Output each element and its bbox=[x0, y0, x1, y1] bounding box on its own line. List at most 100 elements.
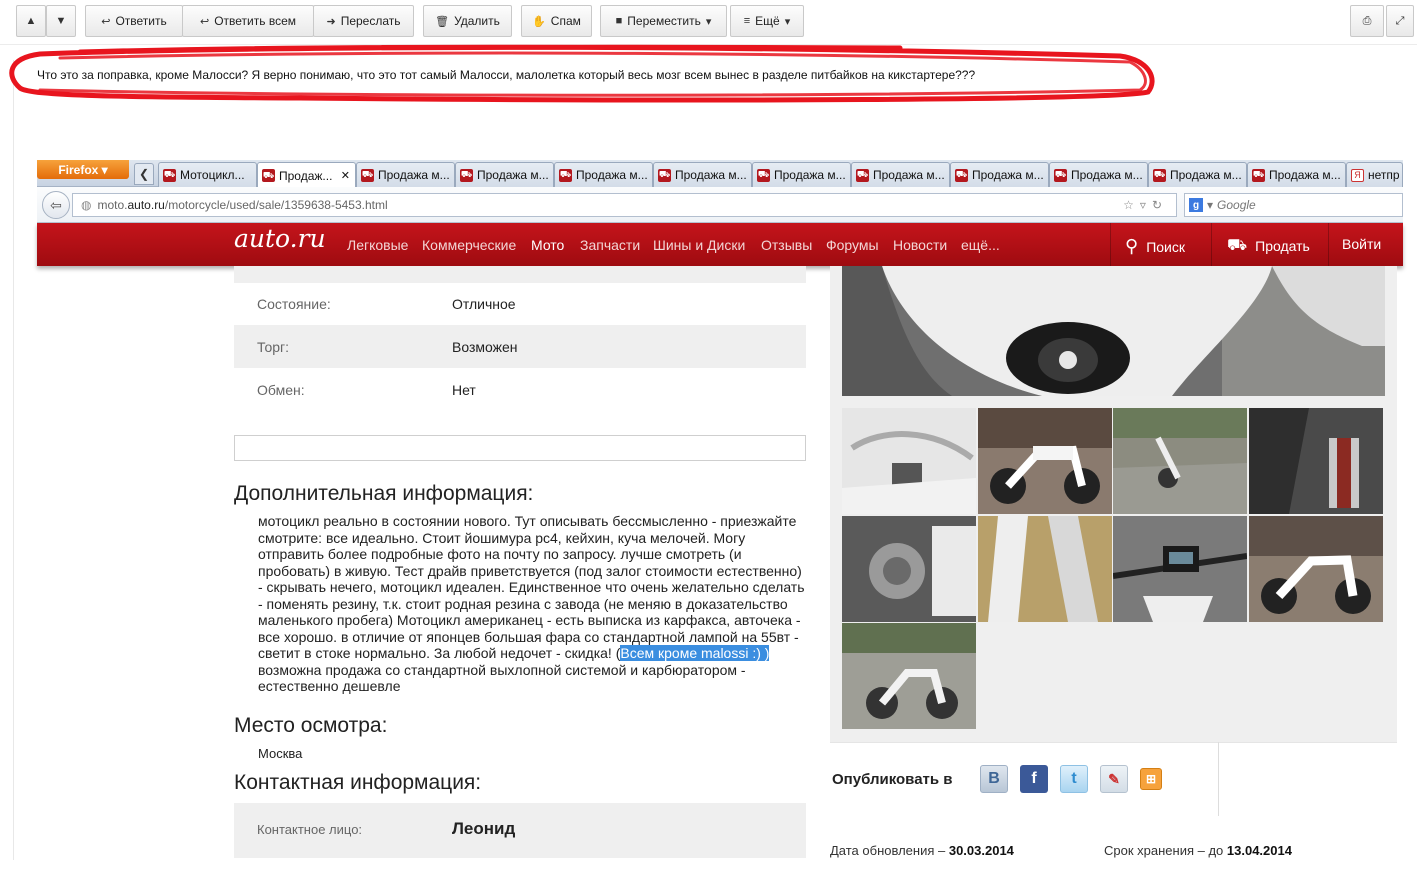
autoru-favicon-icon: ⛟ bbox=[658, 168, 671, 182]
exchange-value: Нет bbox=[452, 382, 476, 398]
vk-icon[interactable]: В bbox=[980, 765, 1008, 793]
site-logo[interactable]: auto.ru bbox=[234, 224, 326, 253]
forward-button[interactable]: ➜ Переслать bbox=[313, 5, 414, 37]
divider bbox=[1218, 742, 1219, 816]
bargain-value: Возможен bbox=[452, 339, 518, 355]
browser-tab[interactable]: ⛟ Продажа м... bbox=[653, 162, 752, 187]
folder-icon: ■ bbox=[615, 15, 623, 27]
facebook-icon[interactable]: f bbox=[1020, 765, 1048, 793]
photo-thumbnail[interactable] bbox=[1249, 408, 1383, 514]
nav-tires[interactable]: Шины и Диски bbox=[653, 237, 745, 253]
divider bbox=[830, 742, 1397, 743]
bookmark-star-icon[interactable]: ☆ bbox=[1123, 198, 1140, 212]
odnoklassniki-icon[interactable]: ⊞ bbox=[1140, 768, 1162, 790]
next-message-button[interactable]: ▼ bbox=[46, 5, 76, 37]
autoru-favicon-icon: ⛟ bbox=[1153, 168, 1166, 182]
chevron-left-icon: ❮ bbox=[138, 167, 150, 181]
photo-thumbnail[interactable] bbox=[978, 516, 1112, 622]
firefox-menu-button[interactable]: Firefox ▾ bbox=[37, 160, 129, 179]
more-button[interactable]: ≡ Ещё ▾ bbox=[730, 5, 804, 37]
delete-button[interactable]: 🗑 Удалить bbox=[423, 5, 512, 37]
browser-tab[interactable]: ⛟ Продажа м... bbox=[1247, 162, 1346, 187]
move-button[interactable]: ■ Переместить ▾ bbox=[600, 5, 727, 37]
photo-thumbnail[interactable] bbox=[842, 408, 976, 514]
empty-field bbox=[234, 435, 806, 461]
photo-thumbnail[interactable] bbox=[1113, 516, 1247, 622]
photo-thumbnail[interactable] bbox=[978, 408, 1112, 514]
browser-tab-active[interactable]: ⛟ Продаж... ✕ bbox=[257, 162, 356, 188]
contact-heading: Контактная информация: bbox=[234, 771, 482, 794]
google-icon: g bbox=[1189, 198, 1203, 212]
thumbs-down-icon: ✋ bbox=[532, 15, 546, 28]
photo-thumbnail[interactable] bbox=[1113, 408, 1247, 514]
yandex-favicon-icon: Я bbox=[1351, 168, 1364, 182]
dropdown-arrow-icon[interactable]: ▿ bbox=[1140, 198, 1152, 212]
twitter-icon[interactable]: t bbox=[1060, 765, 1088, 793]
car-icon: ⛟ bbox=[1227, 237, 1248, 254]
search-button[interactable]: ⚲ Поиск bbox=[1125, 236, 1185, 257]
browser-tab[interactable]: ⛟ Мотоцикл... bbox=[158, 162, 257, 187]
close-tab-icon[interactable]: ✕ bbox=[341, 169, 350, 182]
exchange-label: Обмен: bbox=[257, 382, 305, 398]
reload-icon[interactable]: ↻ bbox=[1152, 198, 1168, 212]
reply-button[interactable]: ↩ Ответить bbox=[85, 5, 183, 37]
reply-all-button[interactable]: ↩ Ответить всем bbox=[182, 5, 314, 37]
nav-forums[interactable]: Форумы bbox=[826, 237, 879, 253]
browser-tab[interactable]: ⛟ Продажа м... bbox=[455, 162, 554, 187]
search-bar[interactable]: g ▾ Google bbox=[1184, 193, 1403, 217]
browser-tab[interactable]: ⛟ Продажа м... bbox=[554, 162, 653, 187]
autoru-favicon-icon: ⛟ bbox=[262, 169, 275, 182]
inspection-place-heading: Место осмотра: bbox=[234, 714, 388, 737]
condition-label: Состояние: bbox=[257, 296, 331, 312]
autoru-favicon-icon: ⛟ bbox=[460, 168, 473, 182]
browser-tab[interactable]: ⛟ Продажа м... bbox=[950, 162, 1049, 187]
menu-icon: ≡ bbox=[743, 15, 751, 27]
nav-reviews[interactable]: Отзывы bbox=[761, 237, 812, 253]
browser-tab[interactable]: ⛟ Продажа м... bbox=[1049, 162, 1148, 187]
spam-button[interactable]: ✋ Спам bbox=[521, 5, 592, 37]
previous-message-button[interactable]: ▲ bbox=[16, 5, 46, 37]
main-photo[interactable] bbox=[842, 266, 1385, 396]
back-button[interactable]: ⇦ bbox=[42, 191, 70, 219]
trash-icon: 🗑 bbox=[435, 15, 450, 28]
nav-moto[interactable]: Мото bbox=[531, 237, 564, 253]
nav-more[interactable]: ещё... bbox=[961, 237, 1000, 253]
header-divider bbox=[1110, 223, 1111, 266]
chevron-down-icon: ▾ bbox=[705, 15, 712, 28]
sell-button[interactable]: ⛟ Продать bbox=[1227, 236, 1310, 256]
livejournal-icon[interactable]: ✎ bbox=[1100, 765, 1128, 793]
autoru-favicon-icon: ⛟ bbox=[757, 168, 770, 182]
browser-tab[interactable]: ⛟ Продажа м... bbox=[752, 162, 851, 187]
bargain-label: Торг: bbox=[257, 339, 290, 355]
login-button[interactable]: Войти bbox=[1342, 236, 1381, 252]
reply-icon: ↩ bbox=[101, 15, 111, 28]
browser-tab[interactable]: ⛟ Продажа м... bbox=[356, 162, 455, 187]
nav-parts[interactable]: Запчасти bbox=[580, 237, 640, 253]
expand-icon: ⤢ bbox=[1395, 14, 1405, 27]
condition-value: Отличное bbox=[452, 296, 516, 312]
inspection-place-value: Москва bbox=[258, 746, 303, 761]
tab-scroll-left-button[interactable]: ❮ bbox=[134, 163, 154, 185]
autoru-favicon-icon: ⛟ bbox=[1054, 168, 1067, 182]
photo-thumbnail[interactable] bbox=[842, 516, 976, 622]
publish-label: Опубликовать в bbox=[832, 771, 953, 788]
browser-tab[interactable]: ⛟ Продажа м... bbox=[1148, 162, 1247, 187]
autoru-favicon-icon: ⛟ bbox=[163, 168, 176, 182]
photo-thumbnail[interactable] bbox=[842, 623, 976, 729]
nav-commercial[interactable]: Коммерческие bbox=[422, 237, 516, 253]
printer-icon: ⎙ bbox=[1362, 14, 1372, 27]
motorcycle-tank-photo bbox=[842, 266, 1385, 396]
update-date: Дата обновления – 30.03.2014 bbox=[830, 843, 1014, 858]
address-bar[interactable]: ◍ moto. auto.ru/motorcycle/used/sale/1359… bbox=[72, 193, 1177, 217]
chevron-down-icon: ▾ bbox=[1207, 198, 1214, 212]
nav-cars[interactable]: Легковые bbox=[347, 237, 408, 253]
photo-thumbnail[interactable] bbox=[1249, 516, 1383, 622]
browser-tab[interactable]: Янетпр bbox=[1346, 162, 1403, 187]
extra-info-heading: Дополнительная информация: bbox=[234, 482, 534, 505]
left-border bbox=[13, 60, 14, 860]
expand-button[interactable]: ⤢ bbox=[1386, 5, 1414, 37]
highlighted-text: Всем кроме malossi :) ) bbox=[620, 645, 770, 661]
nav-news[interactable]: Новости bbox=[893, 237, 947, 253]
print-button[interactable]: ⎙ bbox=[1350, 5, 1384, 37]
browser-tab[interactable]: ⛟ Продажа м... bbox=[851, 162, 950, 187]
